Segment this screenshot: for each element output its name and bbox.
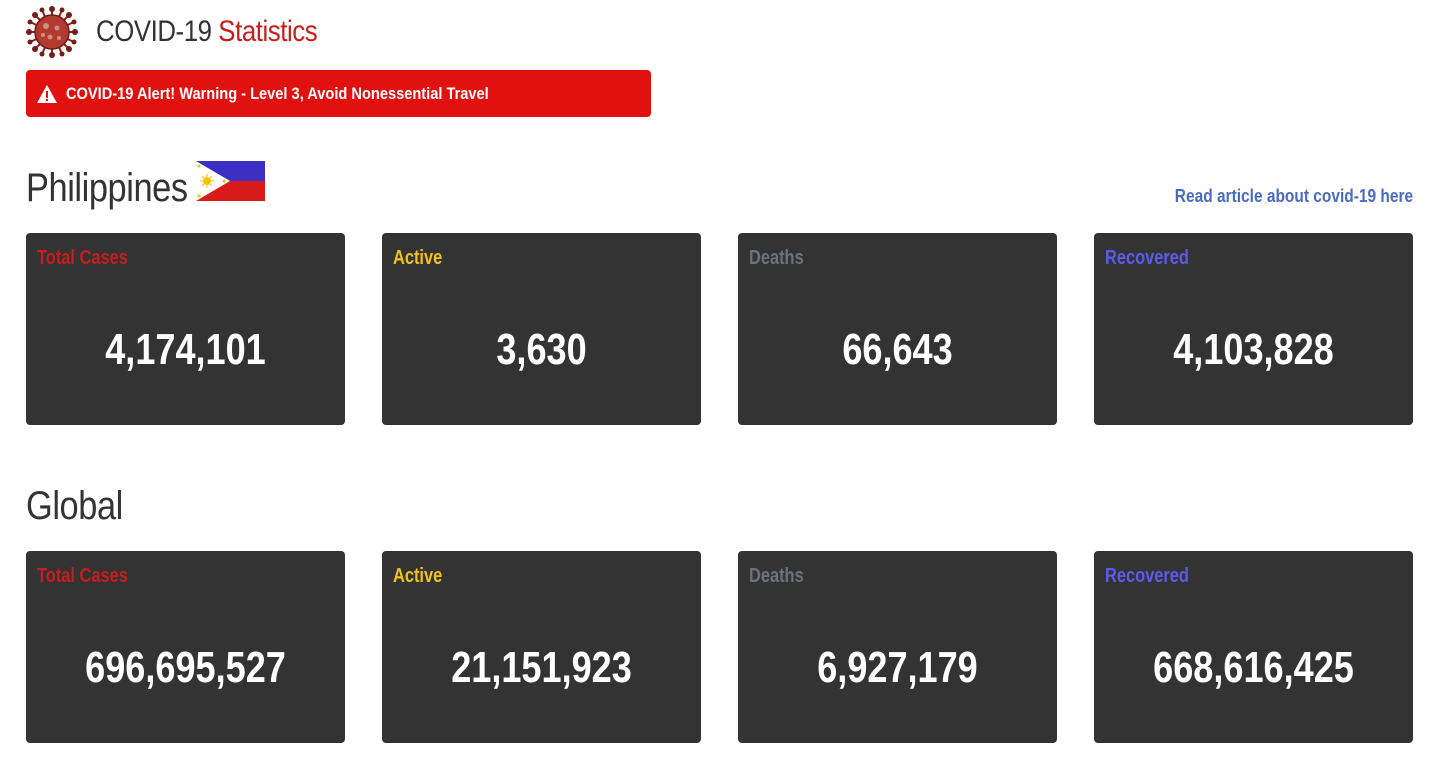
- global-active-card: Active 21,151,923: [382, 551, 701, 743]
- card-value: 668,616,425: [1153, 643, 1354, 692]
- app-title-main: COVID-19: [96, 15, 212, 48]
- card-value: 6,927,179: [817, 643, 978, 692]
- app-title-accent: Statistics: [218, 15, 318, 48]
- card-label: Total Cases: [37, 247, 128, 269]
- card-label: Recovered: [1105, 565, 1189, 587]
- coronavirus-icon: [26, 6, 78, 58]
- global-title: Global: [26, 484, 123, 528]
- card-label: Active: [393, 247, 443, 269]
- card-label: Recovered: [1105, 247, 1189, 269]
- card-label: Total Cases: [37, 565, 128, 587]
- card-value: 66,643: [842, 325, 953, 374]
- app-title: COVID-19 Statistics: [96, 15, 318, 49]
- global-stats-row: Total Cases 696,695,527 Active 21,151,92…: [26, 551, 1413, 743]
- global-total-cases-card: Total Cases 696,695,527: [26, 551, 345, 743]
- app-header: COVID-19 Statistics: [26, 6, 353, 58]
- philippines-title: Philippines: [26, 166, 188, 210]
- philippines-flag-icon: [196, 161, 265, 201]
- ph-total-cases-card: Total Cases 4,174,101: [26, 233, 345, 425]
- global-recovered-card: Recovered 668,616,425: [1094, 551, 1413, 743]
- ph-recovered-card: Recovered 4,103,828: [1094, 233, 1413, 425]
- card-value: 4,103,828: [1173, 325, 1334, 374]
- philippines-stats-row: Total Cases 4,174,101 Active 3,630 Death…: [26, 233, 1413, 425]
- card-label: Active: [393, 565, 443, 587]
- ph-deaths-card: Deaths 66,643: [738, 233, 1057, 425]
- alert-text: COVID-19 Alert! Warning - Level 3, Avoid…: [66, 83, 489, 103]
- card-value: 21,151,923: [451, 643, 632, 692]
- card-label: Deaths: [749, 247, 804, 269]
- warning-triangle-icon: [37, 84, 57, 103]
- card-value: 696,695,527: [85, 643, 286, 692]
- card-value: 4,174,101: [105, 325, 266, 374]
- ph-active-card: Active 3,630: [382, 233, 701, 425]
- alert-banner: COVID-19 Alert! Warning - Level 3, Avoid…: [26, 70, 651, 117]
- read-article-link[interactable]: Read article about covid-19 here: [1175, 186, 1413, 207]
- card-value: 3,630: [496, 325, 587, 374]
- global-deaths-card: Deaths 6,927,179: [738, 551, 1057, 743]
- card-label: Deaths: [749, 565, 804, 587]
